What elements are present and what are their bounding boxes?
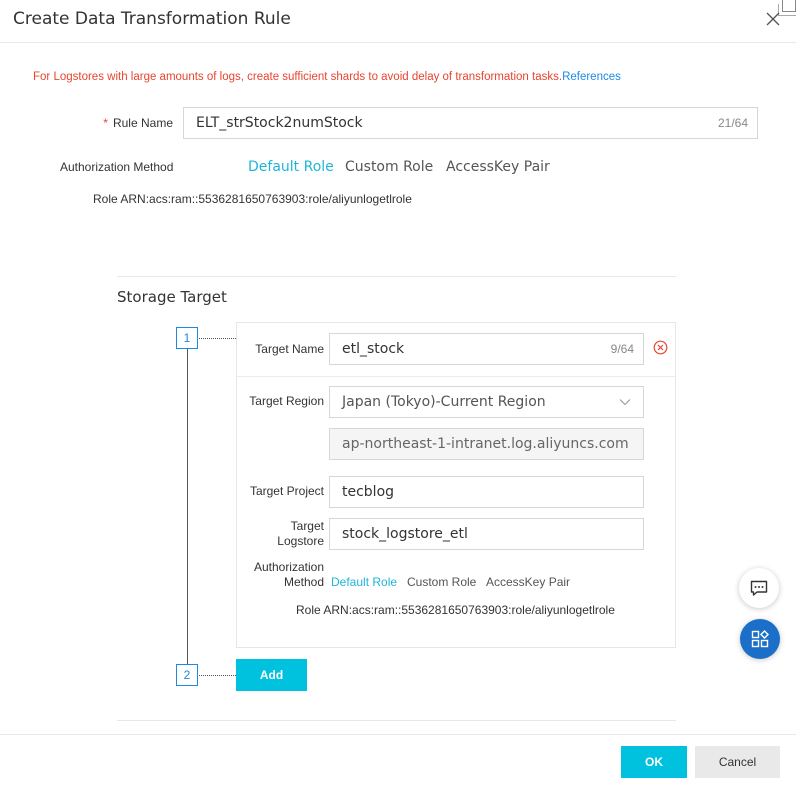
shard-warning: For Logstores with large amounts of logs… (33, 71, 621, 83)
target-region-label: Target Region (249, 394, 324, 408)
step-2-connector (199, 675, 236, 676)
dialog-title: Create Data Transformation Rule (13, 9, 291, 29)
chat-icon (750, 580, 768, 596)
apps-grid-icon (751, 629, 770, 648)
rule-name-input[interactable]: ELT_strStock2numStock 21/64 (183, 107, 758, 139)
chevron-down-icon (619, 399, 631, 406)
rule-name-label-text: Rule Name (112, 116, 173, 130)
target-logstore-label-line1: Target (290, 519, 324, 533)
footer-divider (0, 734, 796, 735)
ok-button[interactable]: OK (621, 746, 687, 778)
target-project-value: tecblog (342, 484, 395, 500)
target-logstore-label-line2: Logstore (277, 534, 324, 548)
close-icon[interactable] (762, 8, 784, 30)
required-asterisk: * (103, 116, 108, 130)
tab-accesskey-pair[interactable]: AccessKey Pair (446, 159, 550, 175)
cancel-button[interactable]: Cancel (695, 746, 780, 778)
add-target-button[interactable]: Add (236, 659, 307, 691)
card-separator (237, 376, 675, 377)
storage-target-title: Storage Target (117, 288, 227, 306)
endpoint-field: ap-northeast-1-intranet.log.aliyuncs.com (329, 428, 644, 460)
role-arn-text: Role ARN:acs:ram::5536281650763903:role/… (93, 192, 412, 206)
target-name-value: etl_stock (342, 341, 405, 357)
target-logstore-input[interactable]: stock_logstore_etl (329, 518, 644, 550)
target-name-counter: 9/64 (610, 342, 634, 356)
target-region-value: Japan (Tokyo)-Current Region (342, 394, 546, 410)
authorization-method-label: Authorization Method (60, 160, 174, 174)
target-project-label: Target Project (249, 484, 324, 498)
target-role-arn-text: Role ARN:acs:ram::5536281650763903:role/… (296, 603, 615, 617)
target-authorization-label-line1: Authorization (253, 560, 324, 574)
section-divider-top (117, 276, 676, 277)
step-connector-line (187, 349, 188, 664)
target-tab-default-role[interactable]: Default Role (331, 575, 397, 589)
endpoint-value: ap-northeast-1-intranet.log.aliyuncs.com (342, 436, 629, 452)
dialog-header: Create Data Transformation Rule (0, 0, 796, 43)
chat-button[interactable] (739, 568, 779, 608)
step-1-connector (199, 338, 236, 339)
target-authorization-label: Authorization Method (240, 560, 324, 590)
target-authorization-label-line2: Method (283, 575, 324, 589)
window-corner-decoration-inner (782, 0, 796, 12)
target-project-input[interactable]: tecblog (329, 476, 644, 508)
target-tab-custom-role[interactable]: Custom Role (407, 575, 476, 589)
target-logstore-value: stock_logstore_etl (342, 526, 468, 542)
tab-custom-role[interactable]: Custom Role (345, 159, 433, 175)
target-tab-accesskey-pair[interactable]: AccessKey Pair (486, 575, 570, 589)
circle-x-icon[interactable] (653, 340, 668, 355)
target-region-select[interactable]: Japan (Tokyo)-Current Region (329, 386, 644, 418)
target-name-input[interactable]: etl_stock 9/64 (329, 333, 644, 365)
rule-name-counter: 21/64 (717, 116, 748, 130)
step-2-badge: 2 (176, 664, 198, 686)
apps-button[interactable] (740, 619, 780, 659)
rule-name-value: ELT_strStock2numStock (196, 115, 363, 131)
rule-name-label: * Rule Name (100, 116, 173, 130)
tab-default-role[interactable]: Default Role (248, 159, 334, 175)
target-name-label: Target Name (255, 342, 324, 356)
step-1-badge: 1 (176, 327, 198, 349)
references-link[interactable]: References (562, 71, 621, 83)
section-divider-bottom (117, 720, 676, 721)
target-logstore-label: Target Logstore (240, 519, 324, 549)
warning-text: For Logstores with large amounts of logs… (33, 71, 563, 83)
